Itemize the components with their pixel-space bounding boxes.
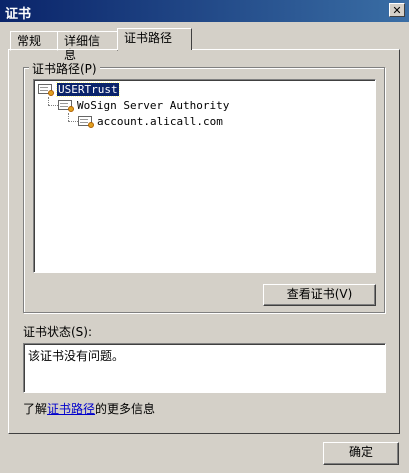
tab-certification-path[interactable]: 证书路径: [117, 28, 192, 50]
ok-button[interactable]: 确定: [323, 442, 399, 465]
tab-general[interactable]: 常规: [10, 31, 58, 51]
tab-details[interactable]: 详细信息: [57, 31, 118, 62]
window-title: 证书: [5, 7, 32, 22]
title-bar: 证书 ✕: [0, 0, 409, 22]
close-button[interactable]: ✕: [389, 3, 405, 17]
close-icon: ✕: [392, 4, 402, 17]
certification-path-label: 证书路径(P): [29, 60, 100, 77]
tab-panel: [8, 49, 400, 434]
